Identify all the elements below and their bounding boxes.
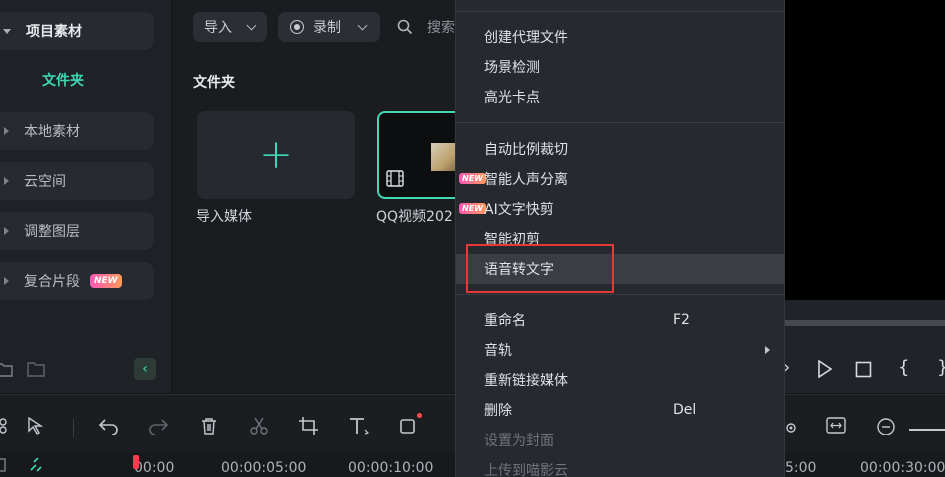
zoom-slider[interactable] (909, 429, 945, 431)
context-menu: 创建代理文件 场景检测 高光卡点 自动比例裁切 NEW 智能人声分离 NEW A… (455, 0, 785, 477)
menu-item-rename[interactable]: 重命名 F2 (456, 305, 784, 335)
import-label: 导入 (204, 20, 232, 36)
import-dropdown[interactable]: 导入 (193, 12, 267, 42)
new-badge: NEW (90, 274, 122, 288)
sidebar-item-label: 调整图层 (24, 224, 80, 240)
highlight-annotation-box (466, 244, 614, 293)
sidebar-item-folder[interactable]: 文件夹 (42, 70, 84, 90)
folder-icon[interactable] (26, 360, 46, 378)
plus-icon: + (259, 132, 293, 178)
menu-separator (456, 122, 784, 123)
ruler-tick: 00:00:30:00 (860, 460, 945, 476)
link-icon[interactable] (28, 458, 46, 474)
chevron-down-icon (357, 20, 368, 30)
mark-out-icon[interactable]: } (937, 357, 945, 378)
preview-controls (785, 300, 945, 393)
crop-icon[interactable] (298, 417, 320, 435)
new-badge: NEW (459, 173, 486, 184)
sidebar-item-compound-clip[interactable]: 复合片段 NEW (0, 262, 154, 300)
section-title: 文件夹 (193, 75, 235, 91)
record-dropdown[interactable]: 录制 (278, 12, 380, 42)
sidebar-item-label: 项目素材 (26, 24, 82, 40)
shape-tool-icon[interactable] (399, 417, 421, 435)
sidebar: 项目素材 文件夹 本地素材 云空间 调整图层 复合片段 NEW ‹ (0, 0, 172, 393)
preview-viewport (785, 0, 945, 300)
menu-item-set-cover[interactable]: 设置为封面 (456, 425, 784, 455)
layout-icon[interactable] (0, 417, 14, 435)
shortcut-label: Del (673, 402, 697, 418)
ruler-tick: 5:00 (785, 460, 817, 476)
submenu-arrow-icon (765, 346, 770, 354)
media-panel: 导入 录制 搜索 文件夹 + 导入媒体 QQ视频202 (173, 0, 467, 393)
playhead[interactable] (133, 455, 139, 469)
sidebar-item-local-media[interactable]: 本地素材 (0, 112, 154, 150)
new-badge: NEW (459, 203, 486, 214)
notification-dot (417, 413, 422, 418)
undo-icon[interactable] (98, 417, 120, 435)
menu-item-relink-media[interactable]: 重新链接媒体 (456, 365, 784, 395)
chevron-down-icon (246, 20, 257, 30)
menu-item-upload-cloud[interactable]: 上传到喵影云 (456, 455, 784, 477)
caret-right-icon (4, 277, 9, 285)
menu-item-auto-reframe[interactable]: 自动比例裁切 (456, 134, 784, 164)
import-media-card[interactable]: + (197, 111, 355, 199)
menu-item-vocal-separation[interactable]: NEW 智能人声分离 (456, 164, 784, 194)
new-folder-icon[interactable] (0, 360, 14, 378)
menu-item-create-proxy[interactable]: 创建代理文件 (456, 22, 784, 52)
redo-icon[interactable] (147, 417, 169, 435)
caret-right-icon (4, 177, 9, 185)
caret-right-icon (4, 127, 9, 135)
mark-in-icon[interactable]: { (898, 357, 909, 378)
record-label: 录制 (313, 20, 341, 36)
preview-scrubber[interactable] (785, 320, 945, 326)
search-icon[interactable] (397, 19, 413, 35)
caret-right-icon (4, 227, 9, 235)
menu-item-audio-track[interactable]: 音轨 (456, 335, 784, 365)
card-label: QQ视频202 (376, 209, 453, 225)
sidebar-item-cloud[interactable]: 云空间 (0, 162, 154, 200)
scissors-icon[interactable] (248, 417, 270, 435)
toolbar-divider (73, 419, 74, 437)
menu-item-scene-detection[interactable]: 场景检测 (456, 52, 784, 82)
video-thumbnail-card[interactable] (377, 111, 467, 199)
menu-item-highlight-beat[interactable]: 高光卡点 (456, 82, 784, 112)
delete-icon[interactable] (198, 417, 220, 435)
sidebar-item-label: 本地素材 (24, 124, 80, 140)
sidebar-item-project-media[interactable]: 项目素材 (0, 12, 154, 50)
menu-separator (456, 294, 784, 295)
search-input[interactable]: 搜索 (427, 17, 455, 37)
ruler-tick: 00:00:05:00 (221, 460, 307, 476)
stop-icon[interactable] (855, 361, 872, 378)
ruler-tick: 00:00 (134, 460, 175, 476)
card-label: 导入媒体 (196, 209, 252, 225)
collapse-sidebar-button[interactable]: ‹ (134, 358, 156, 380)
fit-width-icon[interactable] (825, 417, 847, 435)
menu-item-delete[interactable]: 删除 Del (456, 395, 784, 425)
sidebar-item-adjustment-layer[interactable]: 调整图层 (0, 212, 154, 250)
ruler-tick: 00:00:10:00 (348, 460, 434, 476)
record-icon (290, 20, 304, 34)
video-clip-icon (386, 170, 404, 187)
shortcut-label: F2 (673, 312, 690, 328)
text-tool-icon[interactable] (348, 417, 370, 435)
sidebar-item-label: 云空间 (24, 174, 66, 190)
menu-item-ai-text-cut[interactable]: NEW AI文字快剪 (456, 194, 784, 224)
play-icon[interactable] (817, 360, 833, 378)
menu-separator (456, 11, 784, 12)
zoom-out-icon[interactable] (876, 417, 898, 435)
sidebar-item-label: 复合片段 (24, 274, 80, 290)
select-tool-icon[interactable] (26, 417, 48, 435)
track-icon[interactable] (0, 458, 8, 472)
caret-down-icon (3, 28, 11, 34)
